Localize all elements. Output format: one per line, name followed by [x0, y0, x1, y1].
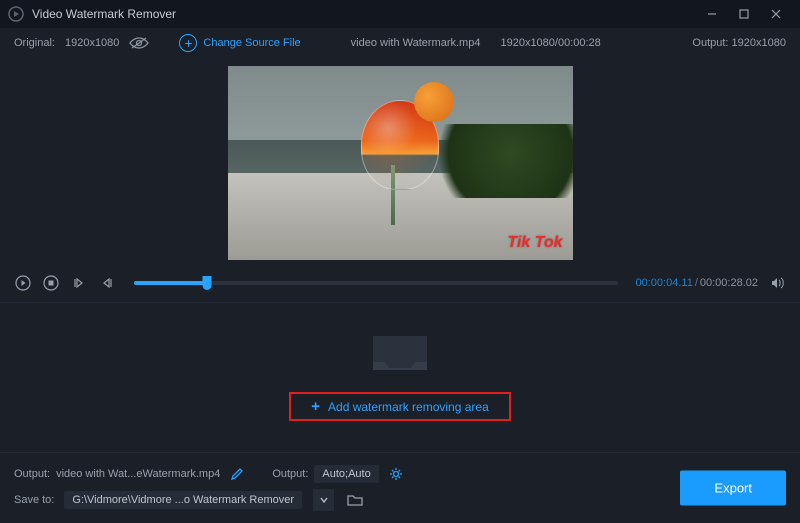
info-bar: Original: 1920x1080 + Change Source File…	[0, 28, 800, 58]
plus-circle-icon: +	[179, 34, 197, 52]
seek-thumb[interactable]	[202, 276, 211, 290]
output-dimensions: 1920x1080	[732, 37, 786, 49]
minimize-button[interactable]	[696, 0, 728, 28]
app-window: Video Watermark Remover Original: 1920x1…	[0, 0, 800, 523]
tray-icon	[365, 328, 435, 378]
playback-controls: 00:00:04.11 / 00:00:28.02	[0, 268, 800, 302]
edit-filename-button[interactable]	[226, 463, 248, 485]
source-dim-duration: 1920x1080/00:00:28	[500, 37, 600, 49]
app-logo-icon	[8, 6, 24, 22]
seek-bar[interactable]	[134, 281, 618, 285]
current-time: 00:00:04.11	[636, 277, 693, 289]
mark-out-button[interactable]	[98, 274, 116, 292]
output-format-value[interactable]: Auto;Auto	[314, 465, 378, 483]
watermark-overlay: Tik Tok	[507, 234, 562, 252]
source-filename: video with Watermark.mp4	[351, 37, 481, 49]
volume-icon[interactable]	[768, 274, 786, 292]
app-title: Video Watermark Remover	[32, 7, 176, 21]
add-watermark-area-label: Add watermark removing area	[328, 400, 489, 414]
save-to-dropdown[interactable]	[312, 489, 334, 511]
save-to-label: Save to:	[14, 494, 54, 506]
export-button[interactable]: Export	[680, 471, 786, 506]
output-file-label: Output:	[14, 468, 50, 480]
add-watermark-area-button[interactable]: + Add watermark removing area	[289, 392, 511, 421]
original-dimensions: 1920x1080	[65, 37, 119, 49]
play-button[interactable]	[14, 274, 32, 292]
output-filename: video with Wat...eWatermark.mp4	[56, 468, 220, 480]
close-button[interactable]	[760, 0, 792, 28]
open-folder-button[interactable]	[344, 489, 366, 511]
output-label: Output:	[692, 37, 728, 49]
original-label: Original:	[14, 37, 55, 49]
stop-button[interactable]	[42, 274, 60, 292]
change-source-button[interactable]: + Change Source File	[179, 34, 300, 52]
output-settings-button[interactable]	[385, 463, 407, 485]
titlebar: Video Watermark Remover	[0, 0, 800, 28]
save-to-path[interactable]: G:\Vidmore\Vidmore ...o Watermark Remove…	[64, 491, 302, 509]
bottom-panel: Output: video with Wat...eWatermark.mp4 …	[0, 452, 800, 523]
mark-in-button[interactable]	[70, 274, 88, 292]
change-source-label: Change Source File	[203, 37, 300, 49]
preview-area: Tik Tok	[0, 58, 800, 268]
output-format-label: Output:	[272, 468, 308, 480]
preview-toggle-icon[interactable]	[129, 36, 149, 50]
total-duration: 00:00:28.02	[700, 277, 758, 289]
plus-icon: +	[311, 398, 320, 415]
time-separator: /	[695, 277, 698, 289]
video-preview[interactable]: Tik Tok	[228, 66, 573, 260]
maximize-button[interactable]	[728, 0, 760, 28]
watermark-area-panel: + Add watermark removing area	[0, 302, 800, 452]
